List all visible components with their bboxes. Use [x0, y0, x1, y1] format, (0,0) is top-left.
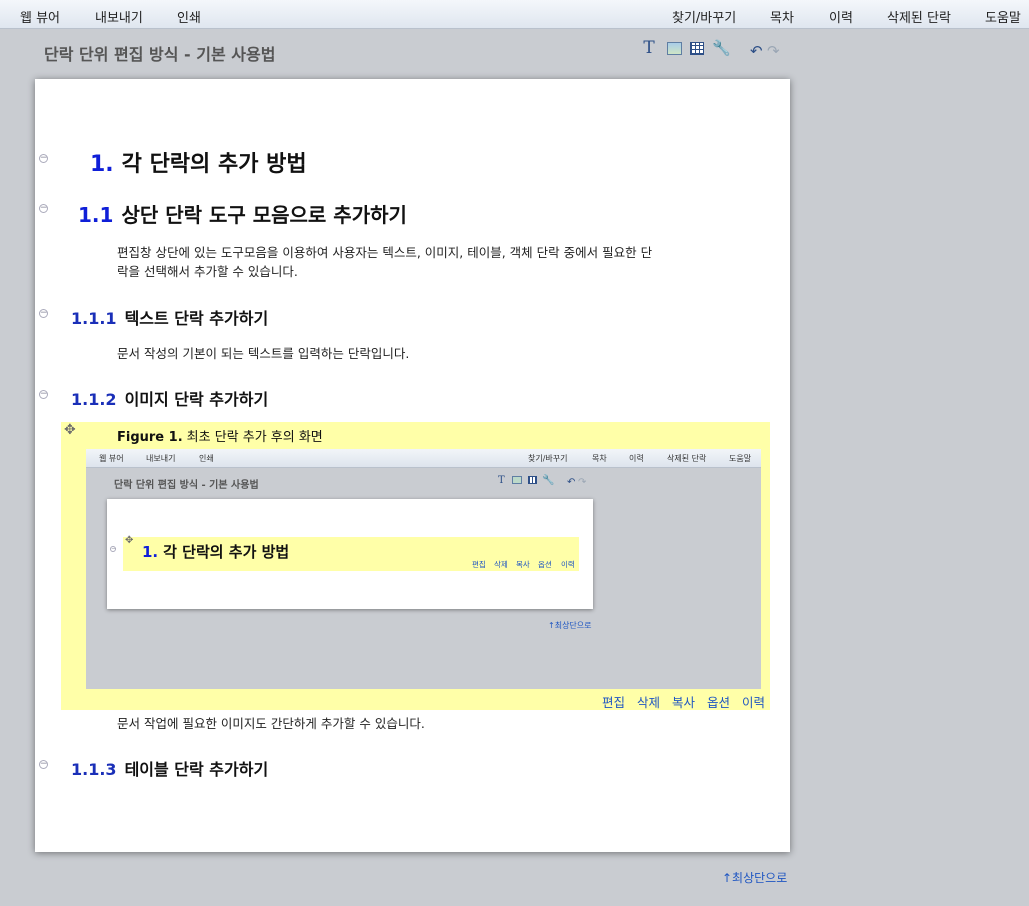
collapse-icon[interactable]: −: [39, 390, 48, 399]
figure-caption: Figure 1. 최초 단락 추가 후의 화면: [117, 426, 323, 445]
collapse-icon[interactable]: −: [39, 204, 48, 213]
image-paragraph-selected[interactable]: ✥ Figure 1. 최초 단락 추가 후의 화면 웹 뷰어 내보내기 인쇄 찾…: [61, 422, 770, 710]
screenshot-menu-item: 도움말: [729, 454, 752, 463]
table-paragraph-icon: [528, 476, 537, 484]
edit-button[interactable]: 편집: [602, 692, 625, 711]
history-button[interactable]: 이력: [742, 692, 765, 711]
screenshot-menu-item: 찾기/바꾸기: [528, 454, 568, 463]
menu-deleted-paragraphs[interactable]: 삭제된 단락: [887, 7, 951, 26]
heading-text: 각 단락의 추가 방법: [121, 152, 307, 177]
menu-history[interactable]: 이력: [829, 7, 853, 26]
screenshot-menu-item: 인쇄: [199, 454, 214, 463]
document-title: 단락 단위 편집 방식 - 기본 사용법: [44, 45, 276, 64]
text-paragraph-icon: T: [498, 475, 505, 486]
heading-number: 1.1: [78, 203, 114, 227]
paragraph-toolbar-intro[interactable]: 편집창 상단에 있는 도구모음을 이용하여 사용자는 텍스트, 이미지, 테이블…: [117, 243, 652, 281]
screenshot-menu-item: 이력: [629, 454, 644, 463]
menu-print[interactable]: 인쇄: [177, 7, 201, 26]
figure-caption-text: 최초 단락 추가 후의 화면: [186, 430, 323, 445]
figure-label: Figure 1.: [117, 430, 183, 445]
copy-button[interactable]: 복사: [672, 692, 695, 711]
screenshot-menu-item: 목차: [592, 454, 607, 463]
menu-export[interactable]: 내보내기: [95, 7, 143, 26]
image-paragraph-icon[interactable]: [667, 42, 682, 55]
text-paragraph-icon[interactable]: T: [641, 40, 657, 57]
undo-icon[interactable]: ↶: [750, 43, 766, 59]
heading-text: 각 단락의 추가 방법: [163, 543, 290, 561]
table-paragraph-icon[interactable]: [690, 42, 704, 55]
menu-toc[interactable]: 목차: [770, 7, 794, 26]
menu-web-viewer[interactable]: 웹 뷰어: [20, 7, 60, 26]
screenshot-page: − ✥ 1. 각 단락의 추가 방법 편집 삭제 복사 옵션 이력: [107, 499, 593, 609]
menu-help[interactable]: 도움말: [985, 7, 1021, 26]
heading-1-1-2[interactable]: 1.1.2 이미지 단락 추가하기: [71, 386, 268, 410]
screenshot-action-delete: 삭제: [494, 560, 508, 569]
screenshot-menu-item: 내보내기: [146, 454, 176, 463]
paragraph-line: 락을 선택해서 추가할 수 있습니다.: [117, 264, 298, 279]
heading-number: 1.1.2: [71, 390, 117, 409]
image-paragraph-icon: [512, 476, 522, 484]
heading-text: 이미지 단락 추가하기: [124, 390, 269, 409]
collapse-icon[interactable]: −: [39, 309, 48, 318]
screenshot-action-copy: 복사: [516, 560, 530, 569]
screenshot-to-top-link: ↑최상단으로: [548, 621, 592, 630]
object-paragraph-icon[interactable]: 🔧: [712, 40, 731, 56]
heading-1-1-3[interactable]: 1.1.3 테이블 단락 추가하기: [71, 756, 268, 780]
redo-icon[interactable]: ↷: [767, 43, 783, 59]
heading-text: 텍스트 단락 추가하기: [124, 309, 269, 328]
screenshot-menu-item: 삭제된 단락: [667, 454, 707, 463]
heading-text: 상단 단락 도구 모음으로 추가하기: [121, 203, 407, 227]
screenshot-action-options: 옵션: [538, 560, 552, 569]
undo-icon: ↶: [567, 477, 576, 488]
heading-1-1-1[interactable]: 1.1.1 텍스트 단락 추가하기: [71, 305, 268, 329]
paragraph-image-note[interactable]: 문서 작업에 필요한 이미지도 간단하게 추가할 수 있습니다.: [117, 714, 425, 733]
redo-icon: ↷: [578, 477, 587, 488]
heading-number: 1.: [142, 543, 159, 561]
screenshot-heading: 1. 각 단락의 추가 방법: [142, 541, 289, 562]
options-button[interactable]: 옵션: [707, 692, 730, 711]
menu-find-replace[interactable]: 찾기/바꾸기: [672, 7, 736, 26]
screenshot-action-edit: 편집: [472, 560, 486, 569]
collapse-icon: −: [110, 545, 117, 552]
to-top-link[interactable]: ↑최상단으로: [722, 869, 787, 886]
collapse-icon[interactable]: −: [39, 154, 48, 163]
figure-screenshot: 웹 뷰어 내보내기 인쇄 찾기/바꾸기 목차 이력 삭제된 단락 도움말 단락 …: [86, 449, 761, 689]
heading-1-1[interactable]: 1.1 상단 단락 도구 모음으로 추가하기: [78, 199, 407, 228]
heading-number: 1.: [90, 152, 114, 177]
heading-text: 테이블 단락 추가하기: [124, 760, 269, 779]
screenshot-action-history: 이력: [561, 560, 575, 569]
heading-1[interactable]: 1. 각 단락의 추가 방법: [90, 146, 307, 178]
screenshot-title: 단락 단위 편집 방식 - 기본 사용법: [114, 480, 259, 491]
screenshot-menu-item: 웹 뷰어: [99, 454, 124, 463]
heading-number: 1.1.1: [71, 309, 117, 328]
document-page: − 1. 각 단락의 추가 방법 − 1.1 상단 단락 도구 모음으로 추가하기 …: [35, 79, 790, 852]
object-paragraph-icon: 🔧: [542, 475, 555, 486]
screenshot-menu-bar: 웹 뷰어 내보내기 인쇄 찾기/바꾸기 목차 이력 삭제된 단락 도움말: [86, 449, 761, 468]
collapse-icon[interactable]: −: [39, 760, 48, 769]
paragraph-line: 편집창 상단에 있는 도구모음을 이용하여 사용자는 텍스트, 이미지, 테이블…: [117, 245, 653, 260]
delete-button[interactable]: 삭제: [637, 692, 660, 711]
top-menu-bar: 웹 뷰어 내보내기 인쇄 찾기/바꾸기 목차 이력 삭제된 단락 도움말: [0, 0, 1029, 29]
move-icon[interactable]: ✥: [64, 422, 76, 438]
move-icon: ✥: [125, 535, 134, 546]
paragraph-text-intro[interactable]: 문서 작성의 기본이 되는 텍스트를 입력하는 단락입니다.: [117, 344, 409, 363]
heading-number: 1.1.3: [71, 760, 117, 779]
screenshot-selected-paragraph: ✥ 1. 각 단락의 추가 방법 편집 삭제 복사 옵션 이력: [123, 535, 579, 571]
